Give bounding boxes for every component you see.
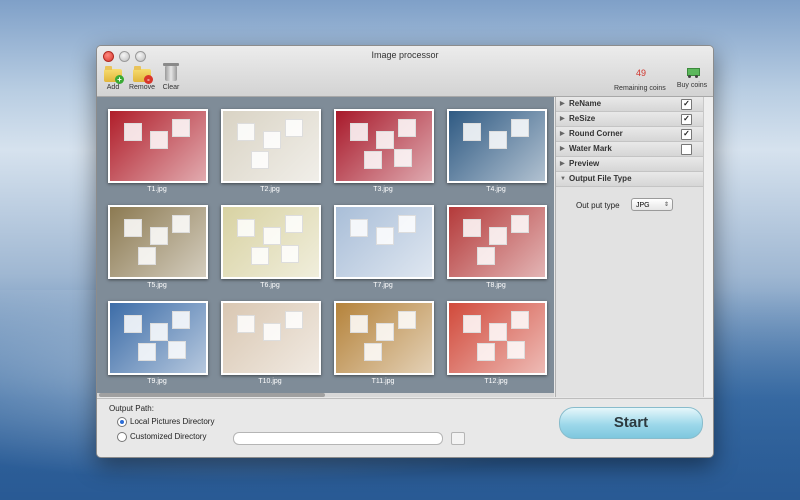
thumbnail-image[interactable] xyxy=(334,205,434,279)
select-arrows-icon: ⇕ xyxy=(663,202,669,208)
image-gallery: T1.jpg T2.jpg T3.jpg T4.jpg T5.jpg T6.jpg T7.j… xyxy=(97,97,554,395)
output-type-label: Out put type xyxy=(576,201,620,210)
thumbnail-filename: T12.jpg xyxy=(484,378,508,385)
app-window: Image processor + Add - Remove Clear 49 … xyxy=(96,45,714,458)
browse-button[interactable] xyxy=(451,432,465,445)
image-thumbnail[interactable]: T11.jpg xyxy=(334,301,434,385)
thumbnail-image[interactable] xyxy=(221,301,321,375)
image-thumbnail[interactable]: T12.jpg xyxy=(447,301,547,385)
thumbnail-image[interactable] xyxy=(447,205,547,279)
thumbnail-image[interactable] xyxy=(108,205,208,279)
image-thumbnail[interactable]: T10.jpg xyxy=(221,301,321,385)
image-thumbnail[interactable]: T3.jpg xyxy=(334,109,434,193)
output-path-label: Output Path: xyxy=(109,404,154,413)
thumbnail-filename: T6.jpg xyxy=(260,282,280,289)
buy-coins-label: Buy coins xyxy=(676,82,708,89)
start-button[interactable]: Start xyxy=(559,407,703,439)
section-output-file-type[interactable]: ▼ Output File Type xyxy=(556,172,704,187)
section-label: ReName xyxy=(569,99,602,108)
thumbnail-image[interactable] xyxy=(334,109,434,183)
thumbnail-filename: T4.jpg xyxy=(486,186,506,193)
thumbnail-image[interactable] xyxy=(447,301,547,375)
custom-path-input[interactable] xyxy=(233,432,443,445)
radio-local-indicator[interactable] xyxy=(117,417,127,427)
add-label: Add xyxy=(106,84,120,91)
thumbnail-image[interactable] xyxy=(447,109,547,183)
section-enable-checkbox[interactable]: ✓ xyxy=(681,114,692,125)
image-thumbnail[interactable]: T7.jpg xyxy=(334,205,434,289)
section-round-corner[interactable]: ▶ Round Corner ✓ xyxy=(556,127,704,142)
radio-local-directory[interactable]: Local Pictures Directory xyxy=(117,417,214,427)
disclosure-closed-icon[interactable]: ▶ xyxy=(560,157,565,171)
gallery-horizontal-scrollbar[interactable] xyxy=(97,393,554,397)
disclosure-closed-icon[interactable]: ▶ xyxy=(560,142,565,156)
section-enable-checkbox[interactable]: ✓ xyxy=(681,129,692,140)
clear-label: Clear xyxy=(162,84,180,91)
section-enable-checkbox[interactable] xyxy=(681,144,692,155)
thumbnail-filename: T11.jpg xyxy=(371,378,395,385)
thumbnail-filename: T2.jpg xyxy=(260,186,280,193)
radio-custom-indicator[interactable] xyxy=(117,432,127,442)
shopping-cart-icon xyxy=(684,66,700,78)
image-thumbnail[interactable]: T8.jpg xyxy=(447,205,547,289)
thumbnail-image[interactable] xyxy=(108,109,208,183)
disclosure-closed-icon[interactable]: ▶ xyxy=(560,127,565,141)
remaining-coins-count: 49 xyxy=(636,68,647,78)
image-thumbnail[interactable]: T2.jpg xyxy=(221,109,321,193)
section-water-mark[interactable]: ▶ Water Mark xyxy=(556,142,704,157)
section-rename[interactable]: ▶ ReName ✓ xyxy=(556,97,704,112)
section-resize[interactable]: ▶ ReSize ✓ xyxy=(556,112,704,127)
add-button[interactable]: + Add xyxy=(97,66,129,91)
trash-icon xyxy=(162,63,180,82)
section-preview[interactable]: ▶ Preview xyxy=(556,157,704,172)
thumbnail-filename: T9.jpg xyxy=(147,378,167,385)
clear-button[interactable]: Clear xyxy=(155,63,187,91)
image-thumbnail[interactable]: T5.jpg xyxy=(108,205,208,289)
section-enable-checkbox[interactable]: ✓ xyxy=(681,99,692,110)
section-label: ReSize xyxy=(569,114,596,123)
add-folder-icon: + xyxy=(104,66,124,84)
thumbnail-filename: T10.jpg xyxy=(258,378,282,385)
remove-label: Remove xyxy=(128,84,156,91)
image-thumbnail[interactable]: T6.jpg xyxy=(221,205,321,289)
output-type-value: JPG xyxy=(636,202,650,209)
remove-button[interactable]: - Remove xyxy=(126,66,158,91)
thumbnail-filename: T3.jpg xyxy=(373,186,393,193)
thumbnail-filename: T5.jpg xyxy=(147,282,167,289)
thumbnail-filename: T1.jpg xyxy=(147,186,167,193)
options-panel: ▶ ReName ✓ ▶ ReSize ✓ ▶ Round Corner ✓ ▶ Water Mar… xyxy=(555,97,704,397)
image-thumbnail[interactable]: T1.jpg xyxy=(108,109,208,193)
image-thumbnail[interactable]: T9.jpg xyxy=(108,301,208,385)
section-label: Preview xyxy=(569,159,600,168)
image-thumbnail[interactable]: T4.jpg xyxy=(447,109,547,193)
section-label: Output File Type xyxy=(569,174,632,183)
window-title: Image processor xyxy=(371,50,439,60)
remove-folder-icon: - xyxy=(133,66,153,84)
buy-coins-button[interactable]: Buy coins xyxy=(675,66,709,89)
output-type-select[interactable]: JPG ⇕ xyxy=(631,198,673,211)
section-label: Water Mark xyxy=(569,144,612,153)
disclosure-open-icon[interactable]: ▼ xyxy=(560,172,566,186)
panel-scrollbar[interactable] xyxy=(703,97,713,397)
thumbnail-image[interactable] xyxy=(334,301,434,375)
disclosure-closed-icon[interactable]: ▶ xyxy=(560,112,565,126)
radio-custom-label: Customized Directory xyxy=(130,432,207,442)
thumbnail-filename: T8.jpg xyxy=(486,282,506,289)
thumbnail-filename: T7.jpg xyxy=(373,282,393,289)
thumbnail-image[interactable] xyxy=(221,109,321,183)
thumbnail-image[interactable] xyxy=(221,205,321,279)
scrollbar-thumb[interactable] xyxy=(99,393,325,397)
radio-customized-directory[interactable]: Customized Directory xyxy=(117,432,206,442)
title-bar: Image processor + Add - Remove Clear 49 … xyxy=(97,46,713,97)
output-bar: Output Path: Local Pictures Directory Cu… xyxy=(97,398,713,457)
disclosure-closed-icon[interactable]: ▶ xyxy=(560,97,565,111)
remaining-coins-label: Remaining coins xyxy=(614,85,666,92)
section-label: Round Corner xyxy=(569,129,623,138)
thumbnail-image[interactable] xyxy=(108,301,208,375)
radio-local-label: Local Pictures Directory xyxy=(130,417,215,427)
